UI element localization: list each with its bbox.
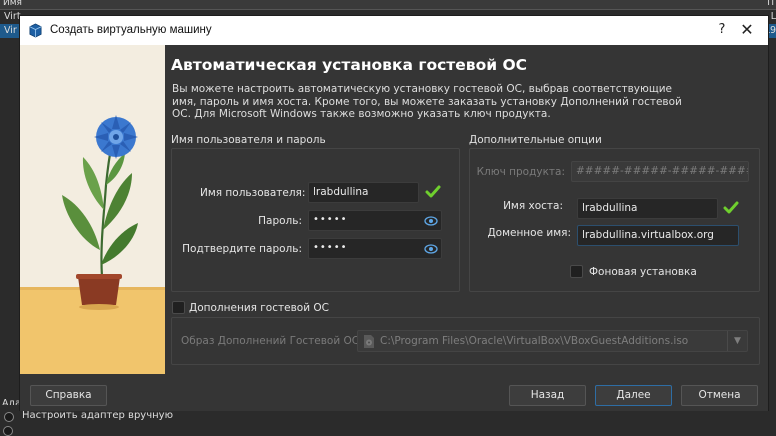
password-input[interactable]: ••••• xyxy=(308,210,442,231)
background-install-checkbox[interactable] xyxy=(570,265,583,278)
show-password-icon[interactable] xyxy=(424,214,438,228)
hostname-valid-check-icon xyxy=(723,201,739,214)
disc-file-icon xyxy=(364,335,374,348)
back-button[interactable]: Назад xyxy=(509,385,586,406)
cancel-button[interactable]: Отмена xyxy=(681,385,758,406)
domain-label: Доменное имя: xyxy=(487,227,571,239)
hostname-label: Имя хоста: xyxy=(503,200,563,212)
background-radio-label: Настроить адаптер вручную xyxy=(22,410,173,421)
background-row-right: L xyxy=(770,11,776,22)
background-install-label: Фоновая установка xyxy=(589,266,697,278)
iso-image-label: Образ Дополнений Гостевой ОС: xyxy=(181,335,363,347)
virtualbox-icon xyxy=(29,23,42,38)
username-valid-check-icon xyxy=(425,185,441,198)
help-title-button[interactable]: ? xyxy=(711,21,733,39)
show-confirm-password-icon[interactable] xyxy=(424,242,438,256)
credentials-group-title: Имя пользователя и пароль xyxy=(171,134,326,146)
plant-illustration xyxy=(20,45,165,374)
confirm-password-label: Подтвердите пароль: xyxy=(182,243,302,255)
dialog-titlebar: Создать виртуальную машину ? ✕ xyxy=(20,16,768,45)
help-button[interactable]: Справка xyxy=(30,385,107,406)
background-list-header: Имя П xyxy=(0,0,776,10)
background-left-panel: Ада xyxy=(0,38,21,436)
username-label: Имя пользователя: xyxy=(200,187,306,199)
page-description: Вы можете настроить автоматическую устан… xyxy=(172,83,682,120)
background-column-right: П xyxy=(767,0,774,8)
page-title: Автоматическая установка гостевой ОС xyxy=(171,56,528,74)
background-right-panel xyxy=(770,38,776,422)
product-key-label: Ключ продукта: xyxy=(476,166,565,178)
background-radio[interactable] xyxy=(3,426,13,436)
background-column-name: Имя xyxy=(3,0,22,8)
confirm-password-input[interactable]: ••••• xyxy=(308,238,442,259)
domain-input[interactable]: lrabdullina.virtualbox.org xyxy=(577,225,739,246)
hostname-input[interactable]: lrabdullina xyxy=(577,198,718,219)
dropdown-arrow-icon[interactable]: ▼ xyxy=(727,331,747,351)
create-vm-dialog: Создать виртуальную машину ? ✕ Автоматич… xyxy=(19,15,769,411)
dialog-title: Создать виртуальную машину xyxy=(50,24,212,36)
next-button[interactable]: Далее xyxy=(595,385,672,406)
guest-additions-checkbox[interactable] xyxy=(172,301,185,314)
close-button[interactable]: ✕ xyxy=(736,21,758,39)
iso-image-select[interactable]: C:\Program Files\Oracle\VirtualBox\VBoxG… xyxy=(357,330,748,352)
guest-additions-label: Дополнения гостевой ОС xyxy=(189,302,329,314)
extra-options-group-title: Дополнительные опции xyxy=(469,134,602,146)
wizard-illustration xyxy=(20,45,165,374)
iso-path-text: C:\Program Files\Oracle\VirtualBox\VBoxG… xyxy=(380,335,689,347)
product-key-input[interactable]: #####-#####-#####-#####-##### xyxy=(571,161,749,182)
background-radio-manual[interactable] xyxy=(4,412,14,422)
background-row-text: Vir xyxy=(4,25,17,36)
password-label: Пароль: xyxy=(258,215,302,227)
username-input[interactable]: lrabdullina xyxy=(308,182,419,203)
